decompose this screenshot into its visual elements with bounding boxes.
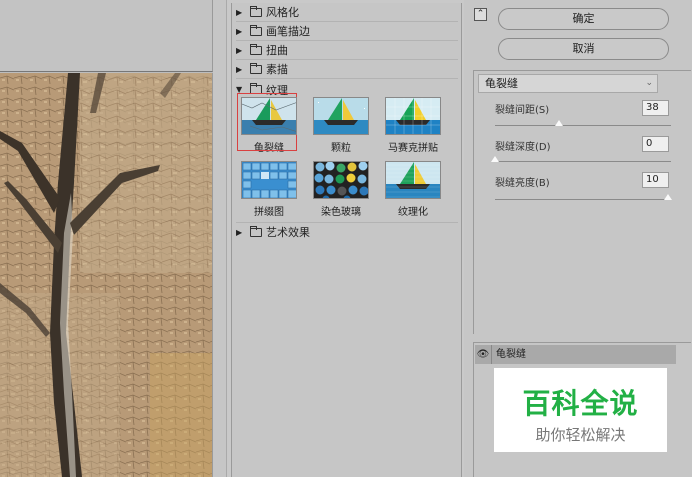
expand-arrow-icon: ▶ [236,7,243,17]
thumb-label: 纹理化 [398,207,428,218]
filter-select-value: 龟裂缝 [485,77,518,90]
filter-select[interactable]: 龟裂缝 ⌄ [478,74,658,93]
filter-thumb-craquelure[interactable]: 龟裂缝 [237,93,300,154]
sailboat-thumbnail-icon [241,97,297,135]
category-artistic[interactable]: ▶ 艺术效果 [236,222,458,241]
crack-depth-slider-track[interactable] [495,161,671,162]
eye-icon[interactable]: 👁 [475,349,491,360]
category-label: 艺术效果 [266,226,310,239]
thumb-label: 染色玻璃 [321,207,361,218]
category-label: 风格化 [266,6,299,19]
image-preview [0,0,227,477]
crack-spacing-input[interactable]: 38 [642,100,669,116]
crack-depth-slider-thumb[interactable] [491,156,499,162]
sailboat-thumbnail-icon [385,97,441,135]
expand-arrow-icon: ▶ [236,45,243,55]
category-stylize[interactable]: ▶ 风格化 [236,3,458,22]
crack-brightness-slider-track[interactable] [495,199,671,200]
crack-spacing-slider-track[interactable] [495,125,671,126]
thumb-label: 马赛克拼贴 [388,143,438,154]
crack-depth-label: 裂缝深度(D) [495,142,551,153]
thumb-label: 拼缀图 [254,207,284,218]
expand-arrow-icon: ▶ [236,64,243,74]
crack-brightness-input[interactable]: 10 [642,172,669,188]
stained-glass-thumbnail-icon [313,161,369,199]
category-label: 扭曲 [266,44,288,57]
folder-icon [250,5,262,17]
effect-layer-name: 龟裂缝 [491,345,526,364]
preview-empty-area [0,0,213,72]
crack-depth-input[interactable]: 0 [642,136,669,152]
filter-thumb-patchwork[interactable]: 拼缀图 [238,161,300,218]
expand-arrow-icon: ▶ [236,26,243,36]
crack-spacing-label: 裂缝间距(S) [495,105,550,116]
watermark: 百科全说 助你轻松解决 [494,368,667,452]
folder-icon [250,24,262,36]
folder-icon [250,43,262,55]
watermark-subtitle: 助你轻松解决 [535,426,626,444]
effect-layer-row[interactable]: 👁 龟裂缝 [475,345,676,364]
preview-image[interactable] [0,73,213,477]
folder-icon [250,225,262,237]
expand-arrow-icon: ▶ [236,227,243,237]
sailboat-thumbnail-icon [313,97,369,135]
crack-brightness-label: 裂缝亮度(B) [495,178,550,189]
category-brush-strokes[interactable]: ▶ 画笔描边 [236,22,458,41]
filter-thumb-texturizer[interactable]: 纹理化 [382,161,444,218]
collapse-gallery-icon[interactable]: ⌃ [474,8,487,21]
sailboat-thumbnail-icon [385,161,441,199]
filter-gallery: ▶ 风格化 ▶ 画笔描边 ▶ 扭曲 ▶ 素描 ▼ 纹理 龟裂缝 颗粒 马赛克拼贴… [231,3,462,477]
ok-button[interactable]: 确定 [498,8,669,30]
folder-icon [250,62,262,74]
watermark-title: 百科全说 [522,387,639,420]
category-distort[interactable]: ▶ 扭曲 [236,41,458,60]
category-label: 画笔描边 [266,25,310,38]
filter-thumb-grain[interactable]: 颗粒 [310,97,372,154]
filter-thumb-stained-glass[interactable]: 染色玻璃 [310,161,372,218]
thumb-label: 颗粒 [331,143,351,154]
category-sketch[interactable]: ▶ 素描 [236,60,458,79]
cancel-button[interactable]: 取消 [498,38,669,60]
patchwork-thumbnail-icon [241,161,297,199]
crack-spacing-slider-thumb[interactable] [555,120,563,126]
chevron-down-icon: ⌄ [645,78,653,88]
category-label: 素描 [266,63,288,76]
preview-scrollbar[interactable] [213,0,227,477]
filter-thumb-mosaic-tiles[interactable]: 马赛克拼贴 [382,97,444,154]
crack-brightness-slider-thumb[interactable] [664,194,672,200]
